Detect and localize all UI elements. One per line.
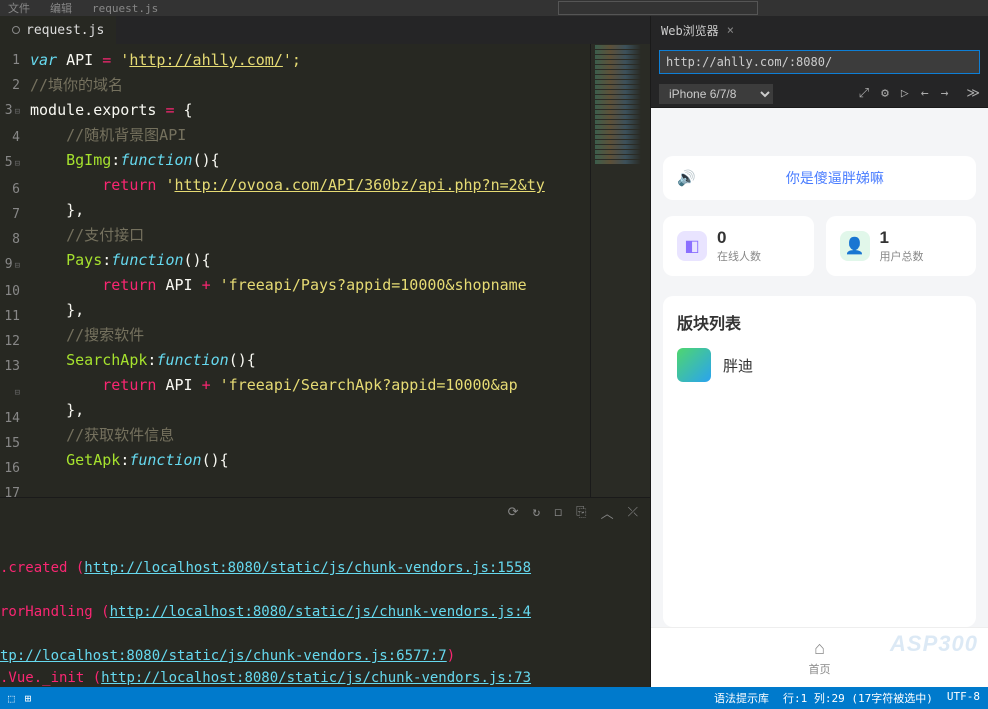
card-label: 在线人数 bbox=[717, 248, 761, 264]
device-toolbar: iPhone 6/7/8 ⤢ ⚙ ▷ ← → ≫ bbox=[651, 80, 988, 108]
tab-label: request.js bbox=[26, 23, 104, 38]
code-content[interactable]: var API = 'http://ahlly.com/'; //填你的域名 m… bbox=[26, 44, 590, 497]
stat-cards: ◧ 0 在线人数 👤 1 用户总数 bbox=[663, 216, 976, 276]
fullscreen-icon[interactable]: ⤢ bbox=[859, 86, 869, 101]
status-bar: ⬚ ⊞ 语法提示库 行:1 列:29 (17字符被选中) UTF-8 bbox=[0, 687, 988, 709]
browser-tab[interactable]: Web浏览器 × bbox=[651, 16, 744, 44]
card-num: 1 bbox=[880, 228, 924, 248]
status-cursor[interactable]: 行:1 列:29 (17字符被选中) bbox=[783, 690, 933, 706]
speaker-icon: 🔊 bbox=[677, 169, 696, 187]
tool-export-icon[interactable]: ⎘ bbox=[576, 505, 586, 520]
browser-tab-bar: Web浏览器 × bbox=[651, 16, 988, 44]
app-icon bbox=[677, 348, 711, 382]
menu-file[interactable]: 文件 bbox=[8, 0, 30, 16]
url-text: http://ahlly.com/:8080/ bbox=[666, 55, 832, 69]
nav-label: 首页 bbox=[809, 661, 831, 677]
device-select[interactable]: iPhone 6/7/8 bbox=[659, 84, 773, 104]
tool-close-icon[interactable]: ⤫ bbox=[628, 505, 638, 520]
top-search-box[interactable] bbox=[558, 1, 758, 15]
topbar-filename: request.js bbox=[92, 2, 158, 15]
home-icon: ⌂ bbox=[814, 638, 825, 659]
nav-home[interactable]: ⌂ 首页 bbox=[809, 638, 831, 677]
section-title: 版块列表 bbox=[677, 310, 962, 334]
tool-settings-icon[interactable]: ⟳ bbox=[508, 505, 519, 520]
console-link[interactable]: http://localhost:8080/static/js/chunk-ve… bbox=[101, 670, 531, 686]
devtools-icon[interactable]: ▷ bbox=[901, 86, 909, 101]
notice-bar[interactable]: 🔊 你是傻逼胖娣嘛 bbox=[663, 156, 976, 200]
url-input[interactable]: http://ahlly.com/:8080/ bbox=[659, 50, 980, 74]
phone-header bbox=[651, 108, 988, 148]
forum-section: 版块列表 胖迪 bbox=[663, 296, 976, 627]
card-label: 用户总数 bbox=[880, 248, 924, 264]
console-link[interactable]: http://localhost:8080/static/js/chunk-ve… bbox=[110, 604, 531, 620]
code-editor[interactable]: 123⊟45⊟6789⊟10111213⊟14151617⊟ var API =… bbox=[0, 44, 650, 497]
status-encoding[interactable]: UTF-8 bbox=[947, 690, 980, 706]
gear-icon[interactable]: ⚙ bbox=[881, 86, 889, 101]
card-num: 0 bbox=[717, 228, 761, 248]
more-icon[interactable]: ≫ bbox=[966, 86, 980, 101]
browser-pane: Web浏览器 × http://ahlly.com/:8080/ iPhone … bbox=[650, 16, 988, 687]
editor-pane: request.js 123⊟45⊟6789⊟10111213⊟14151617… bbox=[0, 16, 650, 687]
notice-text: 你是傻逼胖娣嘛 bbox=[708, 168, 962, 188]
editor-tab-bar: request.js bbox=[0, 16, 650, 44]
card-users[interactable]: 👤 1 用户总数 bbox=[826, 216, 977, 276]
cube-icon: ◧ bbox=[677, 231, 707, 261]
menu-edit[interactable]: 编辑 bbox=[50, 0, 72, 16]
close-icon[interactable]: × bbox=[727, 23, 734, 37]
list-item[interactable]: 胖迪 bbox=[677, 348, 962, 382]
tool-stop-icon[interactable]: ◻ bbox=[554, 505, 562, 520]
tool-refresh-icon[interactable]: ↻ bbox=[533, 505, 541, 520]
console-toolbar: ⟳ ↻ ◻ ⎘ ︿ ⤫ bbox=[0, 497, 650, 527]
console-output[interactable]: .created (http://localhost:8080/static/j… bbox=[0, 527, 650, 687]
minimap[interactable] bbox=[590, 44, 650, 497]
back-icon[interactable]: ← bbox=[921, 86, 929, 101]
user-icon: 👤 bbox=[840, 231, 870, 261]
tab-modified-icon bbox=[12, 26, 20, 34]
phone-preview: 🔊 你是傻逼胖娣嘛 ◧ 0 在线人数 👤 1 bbox=[651, 108, 988, 687]
line-gutter: 123⊟45⊟6789⊟10111213⊟14151617⊟ bbox=[0, 44, 26, 497]
browser-tab-label: Web浏览器 bbox=[661, 22, 719, 39]
console-link[interactable]: tp://localhost:8080/static/js/chunk-vend… bbox=[0, 648, 447, 664]
phone-nav: ⌂ 首页 ASP300 bbox=[651, 627, 988, 687]
status-syntax[interactable]: 语法提示库 bbox=[714, 690, 769, 706]
top-menu-bar: 文件 编辑 request.js bbox=[0, 0, 988, 16]
forward-icon[interactable]: → bbox=[941, 86, 949, 101]
editor-tab-request[interactable]: request.js bbox=[0, 16, 116, 44]
item-label: 胖迪 bbox=[723, 355, 753, 376]
console-link[interactable]: http://localhost:8080/static/js/chunk-ve… bbox=[84, 560, 531, 576]
watermark: ASP300 bbox=[890, 631, 978, 657]
status-icon[interactable]: ⊞ bbox=[25, 692, 32, 705]
status-icon[interactable]: ⬚ bbox=[8, 692, 15, 705]
card-online[interactable]: ◧ 0 在线人数 bbox=[663, 216, 814, 276]
tool-collapse-icon[interactable]: ︿ bbox=[601, 503, 614, 522]
